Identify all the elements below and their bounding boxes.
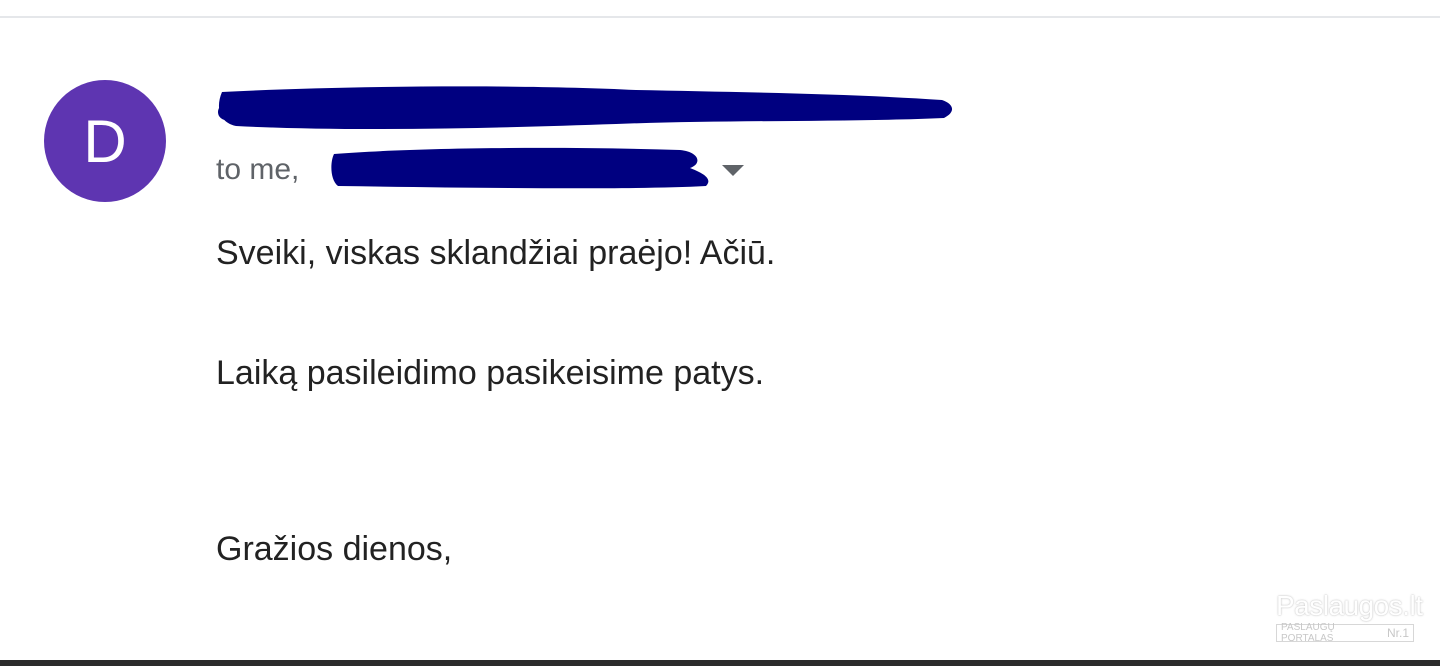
caret-down-icon [722, 165, 744, 176]
recipient-redaction [331, 147, 709, 189]
watermark-subtitle-box: PASLAUGŲ PORTALAS Nr.1 [1276, 622, 1414, 644]
avatar-letter: D [83, 107, 127, 175]
message-body-line: Sveiki, viskas sklandžiai praėjo! Ačiū. [216, 234, 776, 272]
watermark-title: Paslaugos.lt [1276, 590, 1423, 621]
message-body-line: Laiką pasileidimo pasikeisime patys. [216, 354, 765, 392]
recipient-line: to me, [216, 150, 299, 190]
email-message-view: D to me, Sveiki, viskas sklandžiai praėj… [0, 0, 1440, 666]
watermark-logo: Paslaugos.lt PASLAUGŲ PORTALAS Nr.1 [1274, 590, 1423, 646]
message-body-line: Gražios dienos, [216, 530, 453, 568]
bottom-border [0, 660, 1440, 666]
sender-name-redaction [218, 86, 953, 130]
recipient-details-toggle[interactable] [716, 158, 750, 184]
watermark-badge: Nr.1 [1386, 626, 1409, 640]
top-divider [0, 16, 1440, 18]
recipient-prefix: to me, [216, 153, 300, 186]
watermark-subtitle: PASLAUGŲ PORTALAS [1281, 622, 1335, 644]
avatar[interactable]: D [44, 80, 166, 202]
